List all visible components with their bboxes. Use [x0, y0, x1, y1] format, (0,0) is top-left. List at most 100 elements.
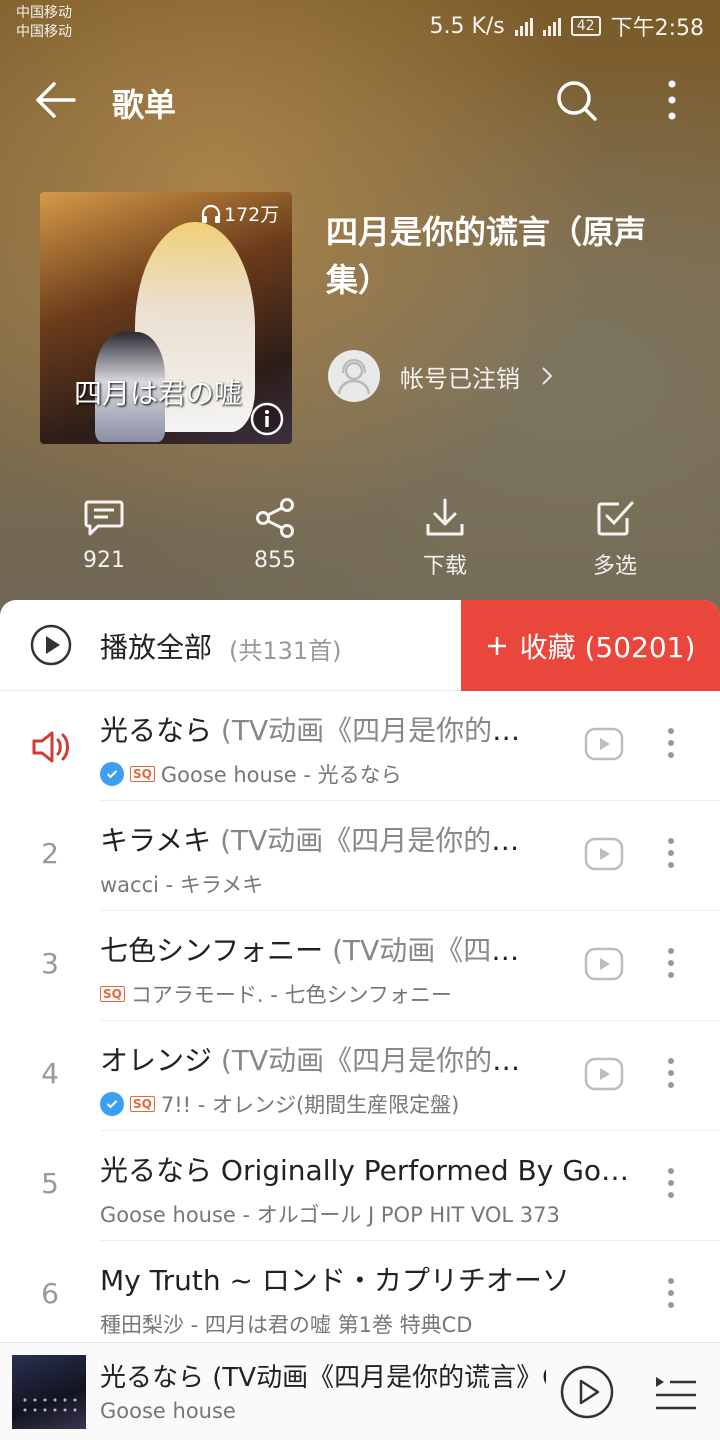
song-title: 七色シンフォニー (TV动画《四月是你的谎言》OP2) — [100, 929, 540, 969]
chevron-right-icon — [542, 367, 553, 385]
carrier-2: 中国移动 — [16, 24, 72, 40]
song-meta: Goose house - オルゴール J POP HIT VOL 373 — [100, 1199, 570, 1229]
cover-art-detail — [20, 1395, 80, 1415]
song-title: キラメキ (TV动画《四月是你的谎言》ED) — [100, 819, 540, 859]
song-more-icon[interactable] — [656, 833, 686, 873]
mv-play-icon[interactable] — [584, 1057, 624, 1091]
multiselect-label: 多选 — [592, 554, 637, 579]
headphones-icon — [201, 204, 221, 223]
mv-play-icon[interactable] — [584, 727, 624, 761]
song-meta: SQ コアラモード. - 七色シンフォニー — [100, 979, 570, 1009]
cover-title-art: 四月は君の嘘 — [74, 377, 243, 410]
song-title-main: キラメキ — [100, 824, 212, 857]
play-button-icon[interactable] — [560, 1365, 614, 1419]
now-playing-cover[interactable] — [12, 1355, 86, 1429]
download-button[interactable]: 下载 — [385, 496, 505, 580]
song-meta: SQ Goose house - 光るなら — [100, 759, 570, 789]
play-count-value: 172万 — [224, 204, 280, 226]
signal-icon-2 — [542, 16, 561, 36]
playlist-cover[interactable]: 四月は君の嘘 172万 — [40, 192, 292, 444]
search-icon[interactable] — [552, 78, 600, 122]
song-more-icon[interactable] — [656, 943, 686, 983]
multiselect-button[interactable]: 多选 — [555, 496, 675, 580]
song-title-main: 光るなら — [100, 714, 213, 747]
signal-icon — [514, 16, 533, 36]
artist-album: Goose house - 光るなら — [160, 763, 402, 787]
avatar — [328, 350, 380, 402]
playlist-queue-icon[interactable] — [652, 1371, 698, 1415]
now-playing-title: 光るなら (TV动画《四月是你的谎言》OP) — [100, 1363, 546, 1393]
track-number: 4 — [41, 1057, 59, 1090]
song-more-icon[interactable] — [656, 1273, 686, 1313]
song-title-note: (TV动画《四月是你的谎言》ED2) — [220, 1044, 540, 1077]
user-icon — [337, 358, 371, 395]
share-count: 855 — [254, 548, 296, 573]
song-title-main: 光るなら Originally Performed By Goose house — [100, 1154, 640, 1187]
song-title-note: (TV动画《四月是你的谎言》OP2) — [332, 934, 540, 967]
mini-player[interactable]: 光るなら (TV动画《四月是你的谎言》OP) Goose house — [0, 1342, 720, 1440]
song-row[interactable]: 6 My Truth ~ ロンド・カプリチオーソ種田梨沙 - 四月は君の嘘 第1巻… — [0, 1241, 720, 1351]
back-arrow-icon[interactable] — [32, 78, 80, 122]
song-more-icon[interactable] — [656, 1163, 686, 1203]
plus-icon — [487, 636, 506, 655]
sq-quality-badge: SQ — [100, 986, 125, 1002]
track-number: 3 — [41, 947, 59, 980]
song-row[interactable]: 2 キラメキ (TV动画《四月是你的谎言》ED) wacci - キラメキ — [0, 801, 720, 911]
sq-quality-badge: SQ — [130, 1096, 155, 1112]
song-title-note: (TV动画《四月是你的谎言》OP) — [220, 714, 540, 747]
song-title-main: オレンジ — [100, 1044, 213, 1077]
track-number: 2 — [41, 837, 59, 870]
song-row[interactable]: 3 七色シンフォニー (TV动画《四月是你的谎言》OP2) SQ コアラモード. - … — [0, 911, 720, 1021]
comment-count: 921 — [83, 548, 125, 573]
song-list-panel: 播放全部 (共131首) 收藏 (50201) 光るなら (TV动画《四月是你的… — [0, 600, 720, 1360]
song-row[interactable]: 5 光るなら Originally Performed By Goose hous… — [0, 1131, 720, 1241]
comment-icon — [84, 500, 124, 536]
song-meta: wacci - キラメキ — [100, 869, 570, 899]
top-bar: 歌单 — [0, 70, 720, 130]
song-more-icon[interactable] — [656, 723, 686, 763]
artist-album: 種田梨沙 - 四月は君の嘘 第1巻 特典CD — [100, 1313, 473, 1337]
song-title: オレンジ (TV动画《四月是你的谎言》ED2) — [100, 1039, 540, 1079]
status-bar: 中国移动 中国移动 5.5 K/s 42 下午2:58 — [0, 0, 720, 50]
page-title: 歌单 — [112, 86, 177, 124]
song-title-main: My Truth ~ ロンド・カプリチオーソ — [100, 1264, 570, 1297]
song-meta: SQ 7!! - オレンジ(期間生産限定盤) — [100, 1089, 570, 1119]
play-all-bar[interactable]: 播放全部 (共131首) 收藏 (50201) — [0, 600, 720, 691]
playlist-title: 四月是你的谎言（原声集） — [326, 213, 647, 299]
song-row[interactable]: 4 オレンジ (TV动画《四月是你的谎言》ED2) SQ 7!! - オレンジ(期間生… — [0, 1021, 720, 1131]
creator-link[interactable]: 帐号已注销 — [328, 350, 554, 402]
mv-play-icon[interactable] — [584, 947, 624, 981]
download-icon — [426, 498, 464, 536]
mv-play-icon[interactable] — [584, 837, 624, 871]
song-row[interactable]: 光るなら (TV动画《四月是你的谎言》OP) SQ Goose house - 光る… — [0, 691, 720, 801]
play-all-label: 播放全部 — [100, 631, 213, 664]
song-more-icon[interactable] — [656, 1053, 686, 1093]
battery-icon: 42 — [570, 16, 601, 36]
song-title: 光るなら Originally Performed By Goose house — [100, 1149, 640, 1189]
carrier-labels: 中国移动 中国移动 — [16, 4, 72, 42]
collect-button[interactable]: 收藏 (50201) — [461, 600, 720, 691]
more-options-icon[interactable] — [650, 78, 694, 122]
comment-button[interactable]: 921 — [44, 496, 164, 573]
track-number: 6 — [41, 1277, 59, 1310]
info-icon[interactable] — [250, 402, 284, 436]
song-title-main: 七色シンフォニー — [100, 934, 324, 967]
artist-album: 7!! - オレンジ(期間生産限定盤) — [160, 1093, 460, 1117]
artist-album: コアラモード. - 七色シンフォニー — [130, 983, 452, 1007]
song-title-note: (TV动画《四月是你的谎言》ED) — [220, 824, 540, 857]
share-button[interactable]: 855 — [215, 496, 335, 573]
clock: 下午2:58 — [610, 16, 704, 41]
now-playing-artist: Goose house — [100, 1399, 236, 1423]
carrier-1: 中国移动 — [16, 5, 72, 21]
network-speed: 5.5 K/s — [429, 13, 505, 39]
multiselect-icon — [597, 501, 634, 536]
share-icon — [256, 498, 294, 538]
play-count: 172万 — [200, 200, 279, 227]
artist-album: Goose house - オルゴール J POP HIT VOL 373 — [100, 1203, 560, 1227]
status-right: 5.5 K/s 42 下午2:58 — [429, 10, 704, 42]
action-row: 921 855 下载 多选 — [0, 496, 720, 586]
verified-check-icon — [100, 1092, 124, 1116]
play-circle-icon — [30, 624, 72, 666]
track-number: 5 — [41, 1167, 59, 1200]
verified-check-icon — [100, 762, 124, 786]
